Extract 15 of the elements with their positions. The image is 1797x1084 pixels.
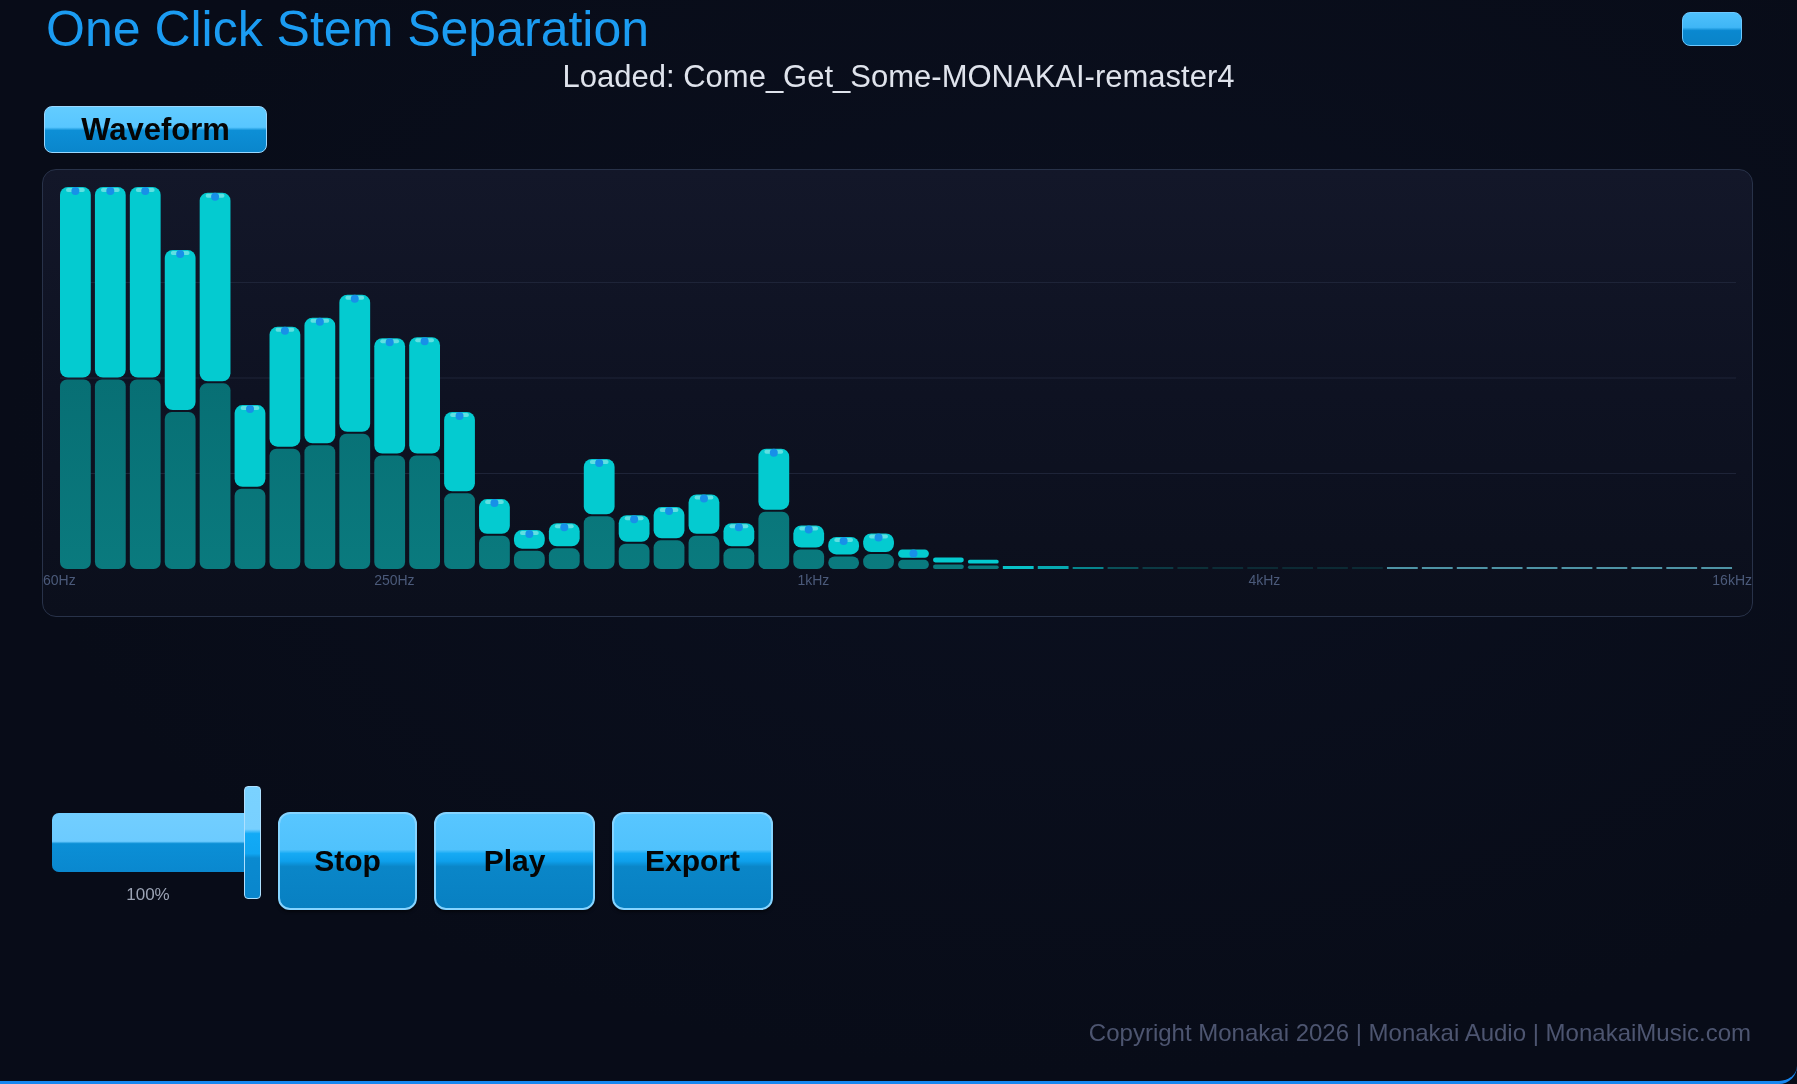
loaded-file-label: Loaded: Come_Get_Some-MONAKAI-remaster4: [561, 58, 1236, 96]
frequency-label: 4kHz: [1248, 571, 1281, 590]
frequency-label: 60Hz: [43, 571, 76, 590]
header-button[interactable]: [1682, 12, 1742, 46]
action-button[interactable]: Play: [434, 812, 595, 910]
app-title: One Click Stem Separation: [46, 0, 650, 58]
waveform-button[interactable]: Waveform: [44, 106, 267, 153]
copyright-text: Copyright Monakai 2026 | Monakai Audio | MonakaiMusic.com: [1088, 1018, 1751, 1048]
frequency-label: 1kHz: [797, 571, 830, 590]
volume-handle[interactable]: [244, 786, 261, 899]
volume-reading: 100%: [125, 884, 171, 906]
action-button[interactable]: Export: [612, 812, 773, 910]
frequency-label: 250Hz: [374, 571, 415, 590]
frequency-label: 16kHz: [1712, 571, 1752, 590]
action-button[interactable]: Stop: [278, 812, 417, 910]
